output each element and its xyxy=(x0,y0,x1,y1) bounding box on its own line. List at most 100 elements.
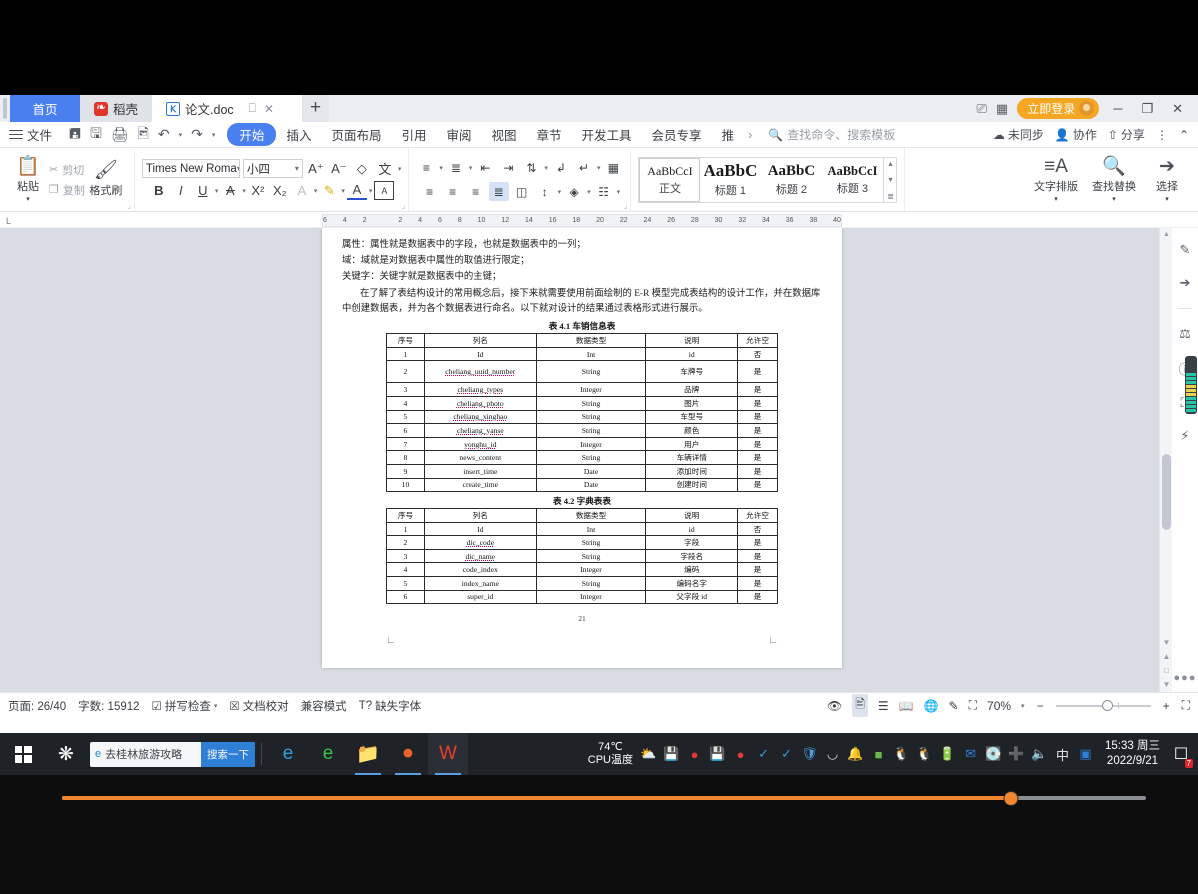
highlight-caret-icon[interactable]: ▾ xyxy=(341,187,345,195)
print-preview-icon[interactable]: 🖻 xyxy=(138,123,149,147)
tab-section[interactable]: 章节 xyxy=(527,123,572,146)
numbering-caret-icon[interactable]: ▾ xyxy=(469,164,473,172)
word-count[interactable]: 字数: 15912 xyxy=(78,698,139,714)
eye-icon[interactable]: 👁 xyxy=(827,699,842,713)
tab-developer-tools[interactable]: 开发工具 xyxy=(572,123,642,146)
web-layout-icon[interactable]: 🌐 xyxy=(924,699,939,713)
taskbar-clock[interactable]: 15:33 周三 2022/9/21 xyxy=(1097,739,1168,769)
strikethrough-button[interactable]: A xyxy=(220,181,240,200)
grid-view-icon[interactable]: ▦ xyxy=(996,101,1008,117)
underline-caret-icon[interactable]: ▾ xyxy=(215,187,219,195)
volume-icon[interactable]: 🔈 xyxy=(1028,733,1051,775)
wps-icon[interactable]: W xyxy=(428,733,468,775)
select-browse-object-button[interactable]: □ xyxy=(1164,666,1169,675)
shading-caret-icon[interactable]: ▾ xyxy=(587,188,591,196)
fullscreen-icon[interactable]: ⛶ xyxy=(1182,698,1190,713)
bold-button[interactable]: B xyxy=(149,181,169,200)
side-more-icon[interactable]: ●●● xyxy=(1174,672,1197,684)
proofread-button[interactable]: ☒ 文档校对 xyxy=(229,698,288,714)
cast-icon[interactable]: ⎕ xyxy=(249,101,256,116)
blue-usb-icon[interactable]: 💾 xyxy=(706,733,729,775)
undo-caret-icon[interactable]: ▾ xyxy=(179,131,183,139)
sort-caret-icon[interactable]: ▾ xyxy=(544,164,548,172)
zoom-slider-knob[interactable] xyxy=(1101,700,1113,711)
align-center-icon[interactable]: ≡ xyxy=(443,182,463,201)
find-replace-button[interactable]: 🔍 查找替换 ▾ xyxy=(1085,156,1143,203)
player-progress-knob[interactable] xyxy=(1003,791,1018,806)
overflow-menu-icon[interactable]: ⋮ xyxy=(1156,128,1168,142)
char-shading-icon[interactable]: A xyxy=(374,181,395,200)
document-page[interactable]: 属性：属性就是数据表中的字段，也就是数据表中的一列； 域：域就是对数据表中属性的… xyxy=(322,228,842,668)
borders-caret-icon[interactable]: ▾ xyxy=(617,188,621,196)
file-menu-button[interactable]: 文件 xyxy=(0,125,61,144)
style-heading-2[interactable]: AaBbC 标题 2 xyxy=(761,158,822,202)
search-submit-button[interactable]: 搜索一下 xyxy=(201,741,255,767)
tab-view[interactable]: 视图 xyxy=(482,123,527,146)
share-button[interactable]: ⇧ 分享 xyxy=(1108,126,1145,143)
collaborate-button[interactable]: 👤 协作 xyxy=(1055,126,1097,143)
tab-member-exclusive[interactable]: 会员专享 xyxy=(642,123,712,146)
align-right-icon[interactable]: ≡ xyxy=(466,182,486,201)
login-button[interactable]: 立即登录 xyxy=(1017,98,1100,119)
styles-scroll-up-icon[interactable]: ▴ xyxy=(888,159,892,168)
paragraph-mark-icon[interactable]: ↵ xyxy=(574,158,594,177)
search-query[interactable]: e 去桂林旅游攻略 xyxy=(90,746,201,762)
fit-page-icon[interactable]: ⛶ xyxy=(969,698,977,713)
annotate-icon[interactable]: ✎ xyxy=(949,699,959,713)
usb-drive-icon[interactable]: 💽 xyxy=(982,733,1005,775)
360-browser-icon[interactable]: e xyxy=(308,733,348,775)
font-size-input[interactable]: 小四 ▾ xyxy=(242,159,303,178)
tim-icon[interactable]: ✓ xyxy=(752,733,775,775)
print-layout-icon[interactable]: 🖹 xyxy=(852,694,868,717)
start-button[interactable] xyxy=(0,745,46,763)
copy-button[interactable]: ❐ 复制 xyxy=(49,182,85,198)
orange-app-icon[interactable]: ⚫ xyxy=(388,733,428,775)
decrease-indent-icon[interactable]: ⇤ xyxy=(475,158,495,177)
styles-scroll-down-icon[interactable]: ▾ xyxy=(888,175,892,184)
tab-docer[interactable]: 稻壳 xyxy=(80,95,153,122)
weather-icon[interactable]: ⛅ xyxy=(637,733,660,775)
player-progress-bar[interactable] xyxy=(62,791,1146,806)
ime-icon[interactable]: 中 xyxy=(1051,733,1074,775)
undo-icon[interactable]: ↶ xyxy=(158,126,170,143)
red-circle-icon[interactable]: ● xyxy=(683,733,706,775)
ribbon-tabs-more-arrow[interactable]: › xyxy=(744,126,756,144)
zoom-level-label[interactable]: 70% xyxy=(987,699,1011,713)
font-color-icon[interactable]: A xyxy=(346,181,367,200)
char-border-button[interactable]: A xyxy=(292,181,312,200)
show-formatting-icon[interactable]: ↲ xyxy=(551,158,571,177)
style-heading-3[interactable]: AaBbCcI 标题 3 xyxy=(822,158,883,202)
borders-icon[interactable]: ☷ xyxy=(594,182,614,201)
font-name-input[interactable]: Times New Roma ▾ xyxy=(141,159,240,178)
zoom-caret-icon[interactable]: ▾ xyxy=(1021,702,1025,710)
green-plus-icon[interactable]: ➕ xyxy=(1005,733,1028,775)
strikethrough-caret-icon[interactable]: ▾ xyxy=(242,187,246,195)
taskbar-search-box[interactable]: e 去桂林旅游攻略 搜索一下 xyxy=(90,741,255,767)
line-spacing-caret-icon[interactable]: ▾ xyxy=(558,188,562,196)
money-icon[interactable]: ■ xyxy=(867,733,890,775)
document-canvas[interactable]: 属性：属性就是数据表中的字段，也就是数据表中的一列； 域：域就是对数据表中属性的… xyxy=(0,228,1198,692)
sync-status[interactable]: ☁ 未同步 xyxy=(993,126,1044,143)
text-layout-button[interactable]: ≡A 文字排版 ▾ xyxy=(1027,156,1085,203)
previous-page-button[interactable]: ▲ xyxy=(1163,652,1171,661)
missing-font-button[interactable]: T? 缺失字体 xyxy=(359,698,421,714)
zoom-in-button[interactable]: + xyxy=(1161,699,1172,713)
numbered-list-icon[interactable]: ≣ xyxy=(446,158,466,177)
ie-browser-icon[interactable]: e xyxy=(268,733,308,775)
outline-icon[interactable]: ☰ xyxy=(878,699,889,713)
select-button[interactable]: ➔ 选择 ▾ xyxy=(1143,156,1191,203)
highlight-icon[interactable]: ✎ xyxy=(319,181,339,200)
zoom-out-button[interactable]: − xyxy=(1035,699,1046,713)
tab-insert[interactable]: 插入 xyxy=(276,123,321,146)
new-tab-button[interactable]: + xyxy=(302,95,330,122)
save-as-icon[interactable]: 🖫 xyxy=(90,123,102,147)
char-border-caret-icon[interactable]: ▾ xyxy=(314,187,318,195)
single-window-icon[interactable]: ⎚ xyxy=(977,101,987,117)
tab-review[interactable]: 审阅 xyxy=(436,123,481,146)
italic-button[interactable]: I xyxy=(171,181,191,200)
print-icon[interactable]: 🖨 xyxy=(111,126,129,143)
qq-icon[interactable]: 🐧 xyxy=(890,733,913,775)
next-page-button[interactable]: ▼ xyxy=(1163,680,1171,689)
format-painter-button[interactable]: 🖌 格式刷 xyxy=(85,161,127,198)
shading-icon[interactable]: ◈ xyxy=(564,182,584,201)
